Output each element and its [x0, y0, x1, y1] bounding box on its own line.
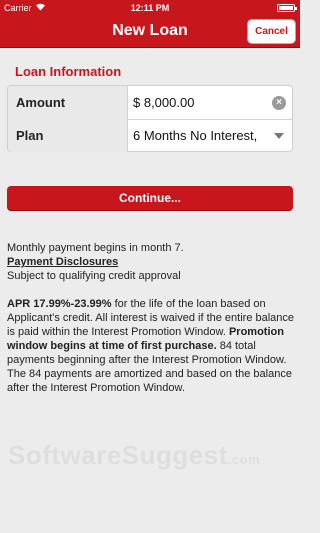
plan-label: Plan — [8, 119, 128, 152]
plan-select[interactable]: 6 Months No Interest, — [133, 119, 257, 152]
status-bar: Carrier 12:11 PM — [0, 0, 300, 16]
payment-start-text: Monthly payment begins in month 7. — [7, 242, 184, 254]
battery-icon — [277, 4, 297, 12]
loan-information-heading: Loan Information — [15, 64, 122, 79]
watermark-main: SoftwareSuggest — [8, 440, 228, 470]
loan-terms-text: APR 17.99%-23.99% for the life of the lo… — [7, 297, 295, 395]
continue-button[interactable]: Continue... — [7, 186, 293, 210]
battery-fill — [279, 6, 293, 10]
cancel-button[interactable]: Cancel — [248, 20, 295, 43]
credit-approval-text: Subject to qualifying credit approval — [7, 270, 181, 282]
watermark-logo: SoftwareSuggest.com — [8, 440, 300, 471]
watermark-suffix: .com — [227, 452, 261, 467]
navigation-bar: New Loan Cancel — [0, 16, 300, 48]
loan-form: Amount $ 8,000.00 × Plan 6 Months No Int… — [7, 85, 293, 152]
chevron-down-icon[interactable] — [274, 133, 284, 139]
plan-row[interactable]: Plan 6 Months No Interest, — [8, 119, 292, 152]
status-time: 12:11 PM — [130, 3, 170, 13]
amount-row[interactable]: Amount $ 8,000.00 × — [8, 86, 292, 120]
payment-disclosures-link[interactable]: Payment Disclosures — [7, 255, 295, 269]
apr-range: APR 17.99%-23.99% — [7, 298, 112, 310]
amount-label: Amount — [8, 86, 128, 119]
amount-input[interactable]: $ 8,000.00 — [133, 86, 194, 119]
clear-icon[interactable]: × — [272, 96, 286, 110]
